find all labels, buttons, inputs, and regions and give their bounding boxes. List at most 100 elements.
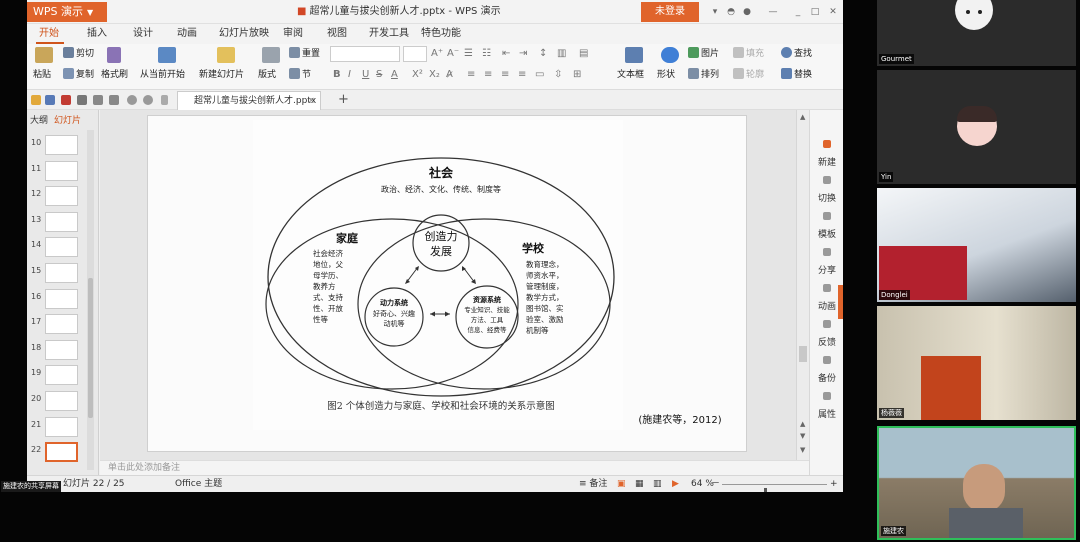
justify-icon[interactable]: ≡: [518, 68, 526, 82]
fill-button[interactable]: 填充: [733, 47, 764, 61]
task-backup[interactable]: 备份: [810, 356, 843, 385]
tab-special[interactable]: 特色功能: [421, 24, 461, 44]
zoom-slider-knob[interactable]: [763, 488, 767, 492]
text-direction-icon[interactable]: ▤: [579, 47, 588, 61]
slide-scrollbar-thumb[interactable]: [799, 346, 807, 362]
font-size-select[interactable]: [403, 46, 427, 62]
distribute-icon[interactable]: ▭: [535, 68, 544, 82]
slide-thumbnail[interactable]: 19: [27, 364, 87, 388]
bullet-list-icon[interactable]: ☰: [464, 47, 473, 61]
slide-thumbnail[interactable]: 14: [27, 236, 87, 260]
thumbnail-scrollbar[interactable]: [87, 130, 94, 470]
new-tab-icon[interactable]: +: [338, 90, 349, 110]
task-transition[interactable]: 切换: [810, 176, 843, 205]
maximize-icon[interactable]: □: [807, 0, 823, 24]
vertical-align-icon[interactable]: ⇳: [554, 68, 562, 82]
smartart-icon[interactable]: ⊞: [573, 68, 581, 82]
task-pane-handle[interactable]: [838, 285, 843, 319]
app-menu-button[interactable]: WPS 演示 ▼: [27, 2, 107, 22]
minimize-icon[interactable]: _: [790, 0, 806, 24]
sorter-view-icon[interactable]: ▦: [635, 476, 644, 492]
columns-icon[interactable]: ▥: [557, 47, 566, 61]
task-feedback[interactable]: 反馈: [810, 320, 843, 349]
numbered-list-icon[interactable]: ☷: [482, 47, 491, 61]
clear-format-icon[interactable]: A̷: [446, 68, 453, 82]
underline-icon[interactable]: U: [362, 68, 369, 82]
align-center-icon[interactable]: ≡: [484, 68, 492, 82]
font-name-select[interactable]: [330, 46, 400, 62]
tab-slides[interactable]: 幻灯片: [54, 113, 81, 126]
scroll-up-icon[interactable]: ▲: [800, 113, 805, 121]
slide-thumbnail[interactable]: 15: [27, 262, 87, 286]
subscript-icon[interactable]: X₂: [429, 68, 440, 82]
picture-button[interactable]: 图片: [688, 47, 719, 61]
close-tab-icon[interactable]: ×: [307, 92, 315, 110]
outline-button[interactable]: 轮廓: [733, 68, 764, 82]
customize-icon[interactable]: [161, 95, 168, 105]
tab-slideshow[interactable]: 幻灯片放映: [219, 24, 269, 44]
cut-button[interactable]: 剪切: [63, 47, 94, 61]
save-icon[interactable]: [45, 95, 55, 105]
next-slide-icon[interactable]: ▼: [800, 432, 805, 440]
participant-tile-active-speaker[interactable]: 施建农: [877, 426, 1076, 540]
shape-button[interactable]: 形状: [657, 68, 675, 82]
feedback-icon[interactable]: ◓: [723, 0, 739, 24]
layout-button[interactable]: 版式: [258, 68, 276, 82]
scroll-down-icon[interactable]: ▼: [800, 446, 805, 454]
slide-thumbnail[interactable]: 20: [27, 390, 87, 414]
reading-view-icon[interactable]: ▥: [653, 476, 662, 492]
arrange-button[interactable]: 排列: [688, 68, 719, 82]
italic-icon[interactable]: I: [348, 68, 351, 82]
align-right-icon[interactable]: ≡: [501, 68, 509, 82]
font-shrink-icon[interactable]: A⁻: [447, 47, 459, 61]
prev-slide-icon[interactable]: ▲: [800, 420, 805, 428]
tab-outline[interactable]: 大纲: [30, 113, 48, 126]
task-new[interactable]: 新建: [810, 140, 843, 169]
task-share[interactable]: 分享: [810, 248, 843, 277]
indent-decrease-icon[interactable]: ⇤: [502, 47, 510, 61]
format-painter-button[interactable]: 格式刷: [101, 68, 128, 82]
login-button[interactable]: 未登录: [641, 2, 699, 22]
textbox-button[interactable]: 文本框: [617, 68, 644, 82]
slide-thumbnail[interactable]: 17: [27, 313, 87, 337]
from-current-button[interactable]: 从当前开始: [140, 68, 185, 82]
slide-thumbnail[interactable]: 12: [27, 185, 87, 209]
notes-pane[interactable]: 单击此处添加备注: [100, 460, 809, 475]
export-pdf-icon[interactable]: [61, 95, 71, 105]
help-icon[interactable]: ●: [739, 0, 755, 24]
slide-thumbnail[interactable]: 22: [27, 441, 87, 465]
section-button[interactable]: 节: [289, 68, 311, 82]
task-properties[interactable]: 属性: [810, 392, 843, 421]
tab-design[interactable]: 设计: [133, 24, 153, 44]
tab-developer[interactable]: 开发工具: [369, 24, 409, 44]
slide-thumbnail[interactable]: 11: [27, 160, 87, 184]
zoom-slider[interactable]: [722, 484, 827, 492]
slide-thumbnail[interactable]: 16: [27, 288, 87, 312]
copy-button[interactable]: 复制: [63, 68, 94, 82]
notes-toggle[interactable]: ≡ 备注: [579, 476, 607, 492]
slideshow-icon[interactable]: ▶: [672, 476, 679, 492]
font-grow-icon[interactable]: A⁺: [431, 47, 443, 61]
align-left-icon[interactable]: ≡: [467, 68, 475, 82]
open-icon[interactable]: [31, 95, 41, 105]
superscript-icon[interactable]: X²: [412, 68, 423, 82]
restore-icon[interactable]: —: [765, 0, 781, 24]
slide-scrollbar[interactable]: ▲ ▲ ▼ ▼: [796, 110, 809, 460]
participant-tile[interactable]: Donglei: [877, 188, 1076, 302]
indent-increase-icon[interactable]: ⇥: [519, 47, 527, 61]
participant-tile[interactable]: Yin: [877, 70, 1076, 184]
new-slide-button[interactable]: 新建幻灯片: [199, 68, 244, 82]
zoom-in-button[interactable]: +: [830, 476, 838, 492]
tab-insert[interactable]: 插入: [87, 24, 107, 44]
tab-review[interactable]: 审阅: [283, 24, 303, 44]
paste-button[interactable]: 粘贴: [33, 68, 51, 82]
find-button[interactable]: 查找: [781, 47, 812, 61]
tab-animation[interactable]: 动画: [177, 24, 197, 44]
font-color-icon[interactable]: A: [391, 68, 398, 82]
spellcheck-icon[interactable]: [109, 95, 119, 105]
slide-thumbnail[interactable]: 13: [27, 211, 87, 235]
replace-button[interactable]: 替换: [781, 68, 812, 82]
current-slide[interactable]: 社会 政治、经济、文化、传统、制度等 家庭 社会经济 地位，父 母学历、 教养方 式、支…: [147, 115, 747, 452]
strikethrough-icon[interactable]: S: [376, 68, 382, 82]
document-tab[interactable]: 超常儿童与拔尖创新人才.pptx ×: [177, 91, 321, 110]
